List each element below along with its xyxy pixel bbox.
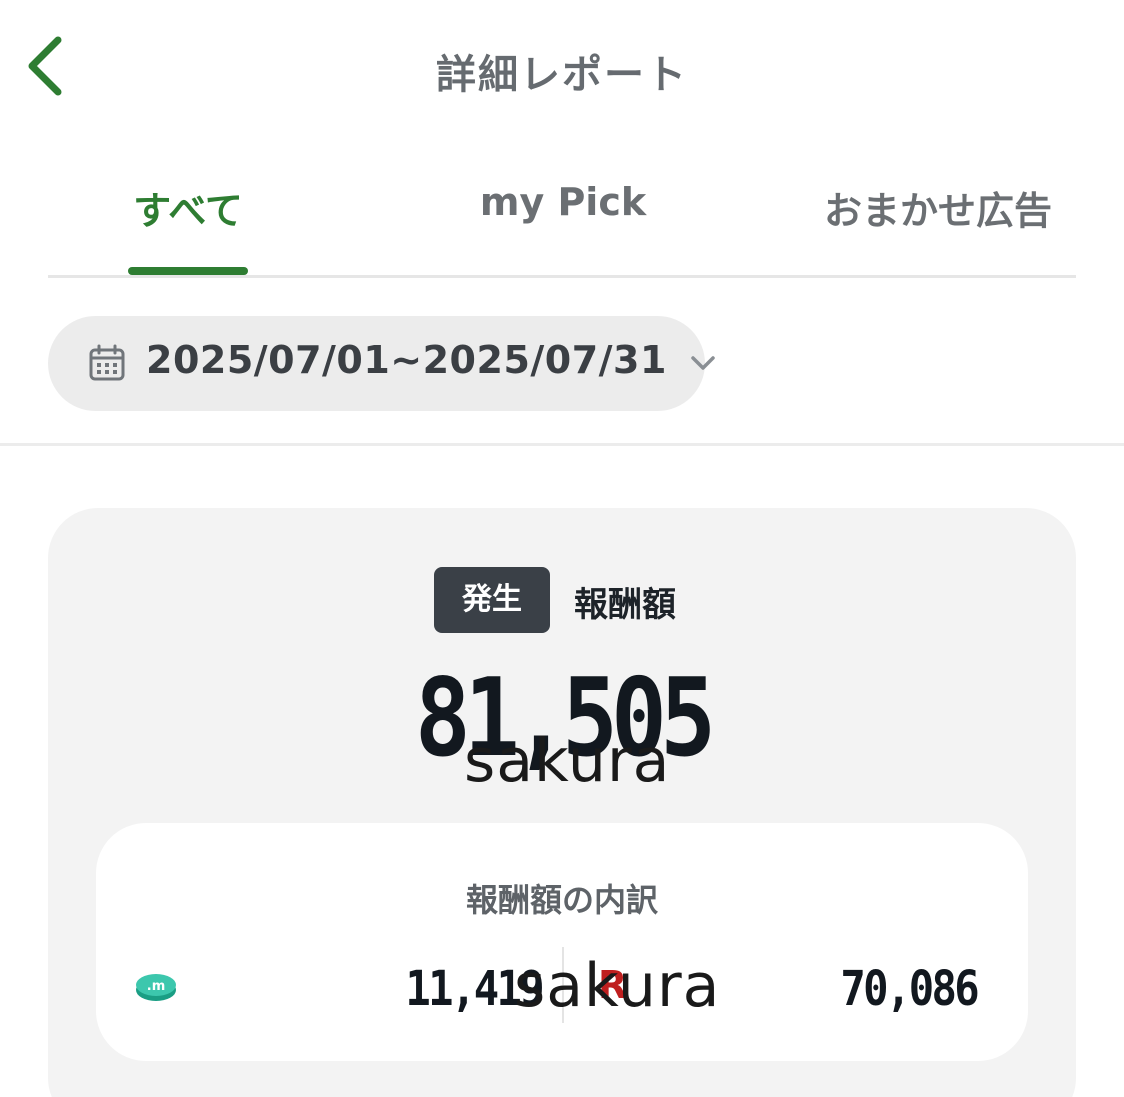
watermark-text: sakura xyxy=(514,951,721,1021)
section-divider xyxy=(0,443,1124,446)
breakdown-right-value: 70,086 xyxy=(840,961,979,1017)
watermark-text: sakura xyxy=(464,726,671,796)
date-range-selector[interactable]: 2025/07/01~2025/07/31 xyxy=(48,316,715,411)
svg-text:.m: .m xyxy=(147,979,165,994)
tab-omakase-ads[interactable]: おまかせ広告 xyxy=(818,180,1058,235)
reward-breakdown-panel: 報酬額の内訳 .m 11,419 R 70,086 sakura xyxy=(96,823,1028,1061)
reward-summary-card: 発生 報酬額 81,505 sakura 報酬額の内訳 .m 11,419 R … xyxy=(48,508,1076,1097)
reward-label: 報酬額 xyxy=(574,585,676,625)
calendar-icon xyxy=(89,344,125,381)
tab-my-pick[interactable]: my Pick xyxy=(458,180,668,224)
header: 詳細レポート xyxy=(0,0,1124,140)
breakdown-title: 報酬額の内訳 xyxy=(465,881,658,919)
chevron-down-icon xyxy=(691,356,715,370)
date-range-text: 2025/07/01~2025/07/31 xyxy=(146,338,667,382)
tab-all[interactable]: すべて xyxy=(128,180,248,235)
coin-m-icon: .m xyxy=(136,974,176,1001)
tab-bar: すべて my Pick おまかせ広告 xyxy=(48,170,1076,278)
active-tab-indicator xyxy=(128,267,248,275)
page-title: 詳細レポート xyxy=(436,52,688,98)
status-badge: 発生 xyxy=(434,567,550,633)
